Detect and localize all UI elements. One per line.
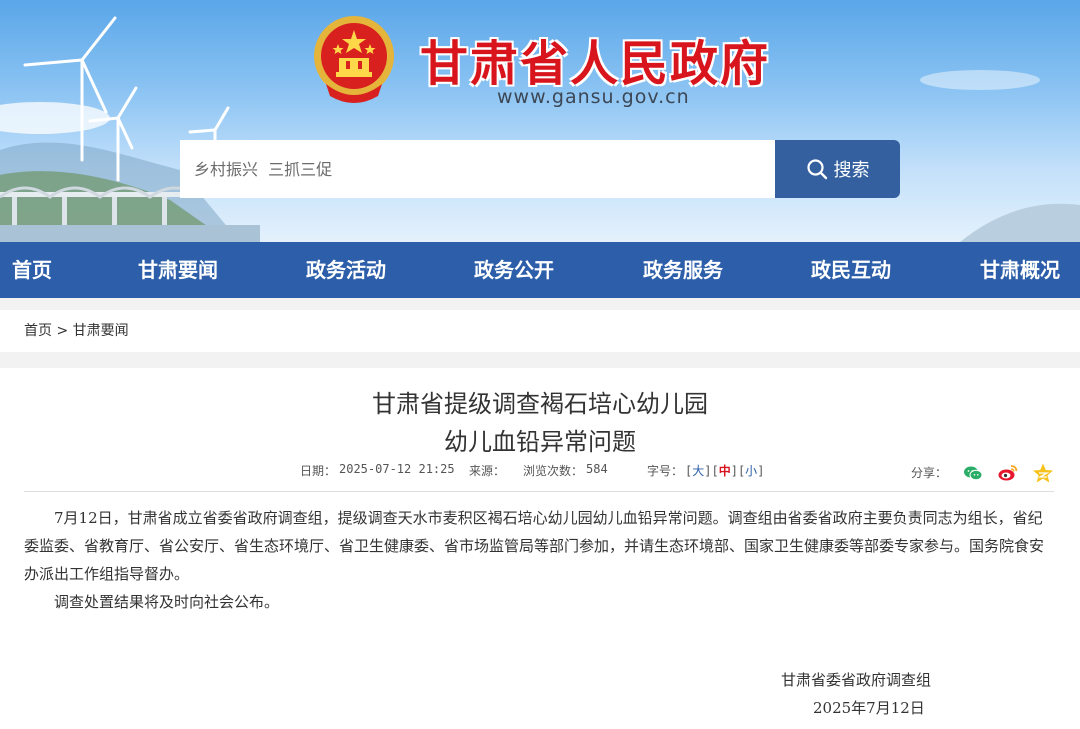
site-url[interactable]: www.gansu.gov.cn [497, 86, 690, 108]
breadcrumb: 首页 > 甘肃要闻 [0, 310, 1080, 352]
main-nav: 首页 甘肃要闻 政务活动 政务公开 政务服务 政民互动 甘肃概况 [0, 242, 1080, 298]
wechat-share-icon[interactable] [962, 462, 984, 484]
breadcrumb-home[interactable]: 首页 [24, 323, 52, 339]
font-size-selector: [大][中][小] [685, 464, 765, 478]
article-paragraph-2: 调查处置结果将及时向社会公布。 [54, 593, 280, 611]
site-title[interactable]: 甘肃省人民政府 [420, 24, 770, 94]
article-paragraph-1: 7月12日，甘肃省成立省委省政府调查组，提级调查天水市麦积区褐石培心幼儿园幼儿血… [24, 509, 1045, 583]
font-size-label: 字号： [647, 464, 684, 478]
font-size-large[interactable]: 大 [692, 464, 704, 478]
font-size-medium[interactable]: 中 [719, 464, 731, 478]
article-title-line1: 甘肃省提级调查褐石培心幼儿园 [372, 390, 708, 418]
publish-date: 2025-07-12 21:25 [339, 462, 455, 476]
weibo-share-icon[interactable] [997, 462, 1019, 484]
search-icon [806, 159, 827, 180]
breadcrumb-separator: > [56, 323, 69, 339]
search-input[interactable] [180, 140, 776, 198]
article: 甘肃省提级调查褐石培心幼儿园 幼儿血铅异常问题 日期： 2025-07-12 2… [0, 368, 1080, 729]
source-label: 来源： [469, 464, 506, 478]
article-sign-date: 2025年7月12日 [813, 699, 925, 717]
nav-item-gansu-news[interactable]: 甘肃要闻 [138, 242, 218, 298]
national-emblem-icon [314, 16, 394, 103]
article-title-line2: 幼儿血铅异常问题 [444, 428, 636, 456]
nav-item-public-interaction[interactable]: 政民互动 [811, 242, 891, 298]
nav-item-government-activities[interactable]: 政务活动 [306, 242, 386, 298]
nav-item-gansu-overview[interactable]: 甘肃概况 [980, 242, 1060, 298]
date-label: 日期： [300, 464, 337, 478]
nav-item-government-services[interactable]: 政务服务 [643, 242, 723, 298]
share-label: 分享： [911, 466, 948, 480]
meta-divider [24, 491, 1054, 492]
search-button-label: 搜索 [833, 160, 870, 181]
header-banner: 甘肃省人民政府 www.gansu.gov.cn 搜索 [0, 0, 1080, 242]
qzone-share-icon[interactable] [1032, 462, 1054, 484]
article-body: 7月12日，甘肃省成立省委省政府调查组，提级调查天水市麦积区褐石培心幼儿园幼儿血… [24, 504, 1056, 616]
article-signature: 甘肃省委省政府调查组 [781, 671, 932, 689]
nav-item-home[interactable]: 首页 [12, 242, 52, 298]
font-size-small[interactable]: 小 [745, 464, 757, 478]
view-count: 584 [586, 462, 608, 476]
nav-item-government-disclosure[interactable]: 政务公开 [474, 242, 554, 298]
search-button[interactable]: 搜索 [775, 140, 900, 198]
breadcrumb-current[interactable]: 甘肃要闻 [73, 323, 129, 339]
views-label: 浏览次数： [523, 464, 584, 478]
